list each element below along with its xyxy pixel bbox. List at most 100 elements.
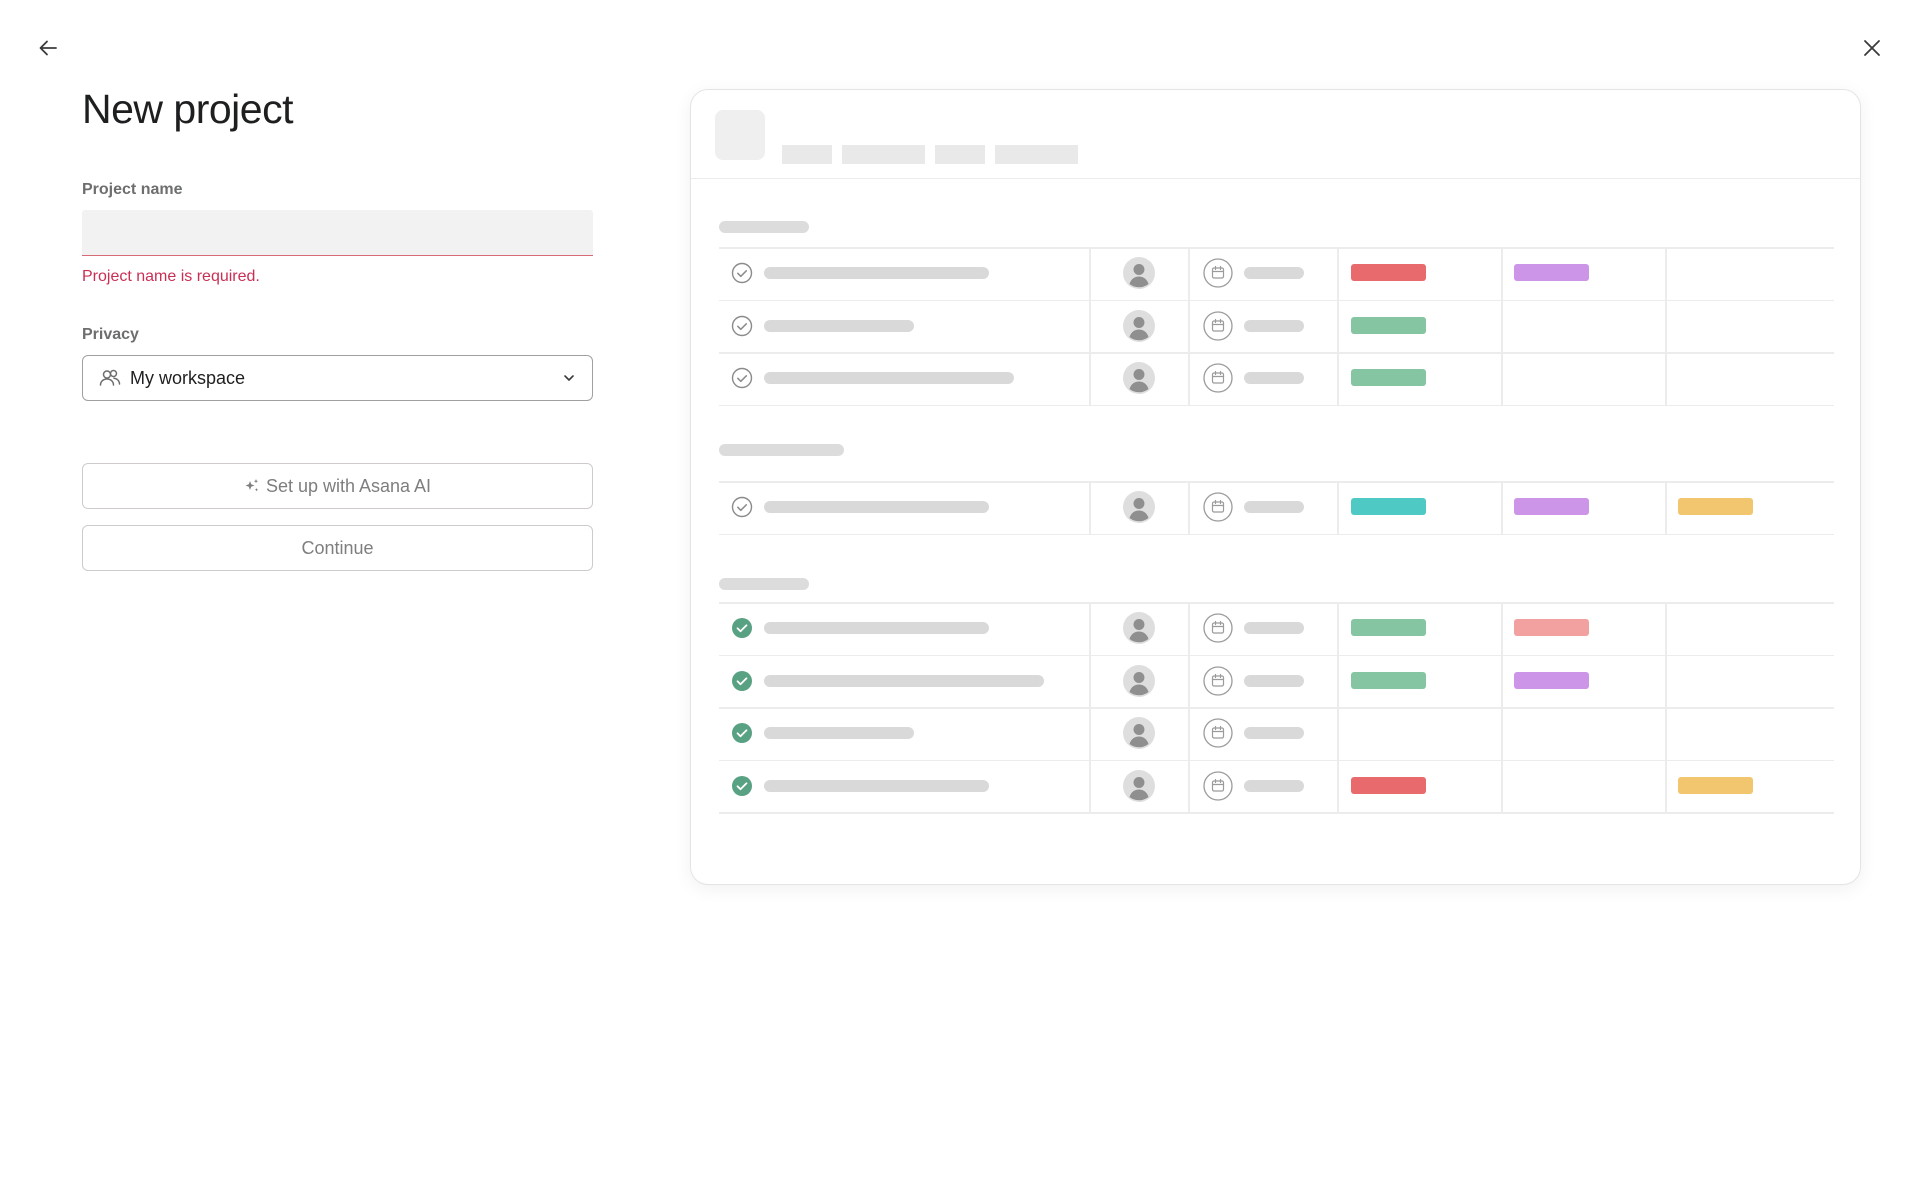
- due-date-placeholder: [1244, 779, 1304, 792]
- preview-tab-placeholder: [842, 145, 925, 164]
- task-name-placeholder: [764, 674, 1044, 687]
- column-divider: [1665, 247, 1667, 405]
- tag-chip: [1514, 619, 1589, 637]
- column-divider: [1337, 602, 1339, 812]
- section-title-placeholder: [719, 221, 809, 233]
- avatar-icon: [1123, 362, 1155, 395]
- tag-chip: [1351, 671, 1426, 689]
- column-divider: [1665, 481, 1667, 534]
- column-divider: [1337, 247, 1339, 405]
- close-button[interactable]: [1848, 24, 1896, 72]
- task-name-placeholder: [764, 319, 914, 332]
- calendar-icon: [1203, 771, 1233, 801]
- check-circle-icon: [731, 262, 753, 284]
- task-name-placeholder: [764, 372, 1014, 385]
- row-divider: [719, 759, 1834, 761]
- calendar-icon: [1203, 311, 1233, 341]
- check-done-icon: [731, 617, 753, 639]
- sparkle-icon: [244, 478, 260, 494]
- privacy-select[interactable]: My workspace: [82, 355, 593, 401]
- project-name-error: Project name is required.: [82, 268, 260, 285]
- task-name-placeholder: [764, 622, 989, 635]
- tag-chip: [1351, 369, 1426, 387]
- check-circle-icon: [731, 315, 753, 337]
- column-divider: [1089, 481, 1091, 534]
- tag-chip: [1351, 776, 1426, 794]
- row-divider: [719, 404, 1834, 406]
- avatar-icon: [1123, 257, 1155, 290]
- privacy-select-value: My workspace: [130, 367, 246, 388]
- preview-project-icon-placeholder: [715, 110, 765, 160]
- check-done-icon: [731, 670, 753, 692]
- due-date-placeholder: [1244, 319, 1304, 332]
- due-date-placeholder: [1244, 372, 1304, 385]
- column-divider: [1501, 602, 1503, 812]
- preview-header: [691, 90, 1860, 179]
- preview-tab-placeholder: [782, 145, 832, 164]
- due-date-placeholder: [1244, 267, 1304, 280]
- setup-with-ai-label: Set up with Asana AI: [265, 475, 432, 496]
- column-divider: [1188, 247, 1190, 405]
- preview-tab-placeholder: [935, 145, 985, 164]
- page-title: New project: [82, 86, 293, 132]
- calendar-icon: [1203, 492, 1233, 522]
- column-divider: [1665, 602, 1667, 812]
- back-button[interactable]: [24, 24, 72, 72]
- project-name-input[interactable]: [82, 210, 593, 256]
- project-name-label: Project name: [82, 181, 183, 198]
- due-date-placeholder: [1244, 727, 1304, 740]
- new-project-page: New project Project name Project name is…: [0, 0, 1920, 1200]
- people-icon: [99, 367, 121, 389]
- calendar-icon: [1203, 363, 1233, 393]
- tag-chip: [1351, 316, 1426, 334]
- calendar-icon: [1203, 718, 1233, 748]
- task-name-placeholder: [764, 501, 989, 514]
- row-divider: [719, 533, 1834, 535]
- task-name-placeholder: [764, 727, 914, 740]
- setup-with-ai-button[interactable]: Set up with Asana AI: [82, 463, 593, 509]
- arrow-left-icon: [39, 40, 57, 56]
- section-title-placeholder: [719, 578, 809, 590]
- tag-chip: [1514, 498, 1589, 516]
- column-divider: [1089, 602, 1091, 812]
- calendar-icon: [1203, 258, 1233, 288]
- tag-chip: [1514, 264, 1589, 282]
- avatar-icon: [1123, 491, 1155, 524]
- row-divider: [719, 812, 1834, 814]
- row-divider: [719, 352, 1834, 354]
- check-circle-icon: [731, 496, 753, 518]
- avatar-icon: [1123, 612, 1155, 645]
- column-divider: [1188, 481, 1190, 534]
- task-name-placeholder: [764, 267, 989, 280]
- privacy-label: Privacy: [82, 326, 139, 343]
- tag-chip: [1351, 619, 1426, 637]
- task-name-placeholder: [764, 779, 989, 792]
- chevron-down-icon: [560, 369, 578, 387]
- column-divider: [1501, 247, 1503, 405]
- row-divider: [719, 299, 1834, 301]
- avatar-icon: [1123, 769, 1155, 802]
- due-date-placeholder: [1244, 622, 1304, 635]
- check-done-icon: [731, 775, 753, 797]
- tag-chip: [1351, 498, 1426, 516]
- due-date-placeholder: [1244, 674, 1304, 687]
- check-circle-icon: [731, 367, 753, 389]
- new-project-form: New project Project name Project name is…: [82, 84, 593, 571]
- tag-chip: [1351, 264, 1426, 282]
- continue-button[interactable]: Continue: [82, 525, 593, 571]
- project-preview: [690, 89, 1861, 885]
- section-title-placeholder: [719, 444, 844, 456]
- row-divider: [719, 654, 1834, 656]
- calendar-icon: [1203, 666, 1233, 696]
- tag-chip: [1678, 498, 1753, 516]
- avatar-icon: [1123, 309, 1155, 342]
- tag-chip: [1514, 671, 1589, 689]
- row-divider: [719, 707, 1834, 709]
- column-divider: [1188, 602, 1190, 812]
- column-divider: [1337, 481, 1339, 534]
- column-divider: [1501, 481, 1503, 534]
- calendar-icon: [1203, 613, 1233, 643]
- close-icon: [1864, 40, 1880, 56]
- check-done-icon: [731, 722, 753, 744]
- row-divider: [719, 247, 1834, 249]
